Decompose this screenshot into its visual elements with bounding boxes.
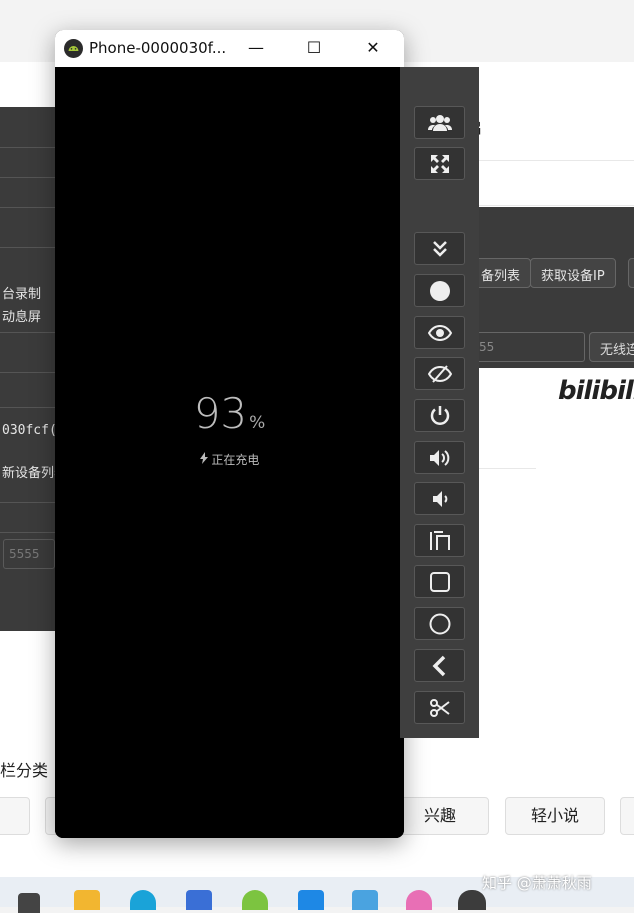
fullscreen-button[interactable] bbox=[414, 147, 465, 180]
eye-icon bbox=[427, 324, 452, 341]
device-serial: 030fcf( bbox=[2, 423, 57, 438]
edge-icon[interactable] bbox=[130, 890, 156, 910]
close-button[interactable]: ✕ bbox=[358, 35, 388, 61]
window-title: Phone-0000030f... bbox=[89, 39, 227, 57]
screen-record-label[interactable]: 台录制 bbox=[2, 283, 41, 302]
row-divider bbox=[0, 502, 56, 503]
phone-window[interactable]: Phone-0000030f... — ☐ ✕ 93% 正在充电 bbox=[55, 30, 404, 838]
title-bar[interactable]: Phone-0000030f... — ☐ ✕ bbox=[55, 30, 404, 67]
rotate-icon bbox=[429, 530, 450, 550]
hide-screen-button[interactable] bbox=[414, 357, 465, 390]
show-screen-button[interactable] bbox=[414, 316, 465, 349]
row-divider bbox=[0, 532, 56, 533]
volume-down-button[interactable] bbox=[414, 482, 465, 515]
more-button[interactable] bbox=[628, 258, 634, 288]
taskbar-app-icon[interactable] bbox=[18, 893, 40, 913]
collapse-button[interactable] bbox=[414, 232, 465, 265]
wireless-connect-button[interactable]: 无线连 bbox=[589, 332, 634, 362]
power-icon bbox=[430, 405, 449, 425]
bilibili-logo: bilibili bbox=[478, 368, 634, 416]
volume-up-button[interactable] bbox=[414, 441, 465, 474]
volume-up-icon bbox=[429, 449, 449, 466]
record-icon bbox=[429, 280, 450, 301]
back-icon bbox=[432, 655, 445, 676]
users-icon bbox=[427, 114, 452, 131]
get-device-ip-button[interactable]: 获取设备IP bbox=[530, 258, 616, 288]
watermark: 知乎 @萧萧秋雨 bbox=[482, 874, 592, 892]
logo-text: bilibili bbox=[558, 376, 634, 406]
percent-sign: % bbox=[249, 413, 266, 433]
chevron-double-down-icon bbox=[432, 240, 447, 257]
app-icon[interactable] bbox=[406, 890, 432, 910]
minimize-button[interactable]: — bbox=[241, 35, 271, 61]
circle-icon bbox=[429, 613, 450, 634]
scissors-icon bbox=[429, 698, 450, 717]
lightning-icon bbox=[199, 452, 212, 467]
category-pill-light-novel[interactable]: 轻小说 bbox=[505, 797, 605, 835]
app-switch-button[interactable] bbox=[414, 565, 465, 598]
users-button[interactable] bbox=[414, 106, 465, 139]
scrcpy-toolbar bbox=[400, 67, 479, 738]
category-label: 栏分类 bbox=[0, 761, 49, 780]
phone-screen[interactable]: 93% 正在充电 bbox=[55, 67, 404, 838]
android-icon[interactable] bbox=[458, 890, 486, 910]
screenshot-button[interactable] bbox=[414, 691, 465, 724]
charging-text: 正在充电 bbox=[211, 453, 260, 467]
home-button[interactable] bbox=[414, 607, 465, 640]
power-button[interactable] bbox=[414, 399, 465, 432]
back-button[interactable] bbox=[414, 649, 465, 682]
store-icon[interactable] bbox=[186, 890, 212, 910]
square-icon bbox=[429, 571, 450, 592]
file-explorer-icon[interactable] bbox=[74, 890, 100, 910]
android-icon bbox=[64, 39, 83, 58]
rotate-button[interactable] bbox=[414, 524, 465, 557]
maximize-button[interactable]: ☐ bbox=[299, 35, 329, 61]
row-divider bbox=[0, 407, 56, 408]
device-list-button[interactable]: 备列表 bbox=[470, 258, 532, 288]
category-pill[interactable] bbox=[0, 797, 30, 835]
category-pill-interest[interactable]: 兴趣 bbox=[391, 797, 489, 835]
battery-level-display: 93% bbox=[55, 389, 404, 438]
volume-down-icon bbox=[432, 490, 447, 507]
charging-status: 正在充电 bbox=[55, 451, 404, 468]
scrcpy-gui-left-panel: 台录制 动息屏 030fcf( 新设备列表 5555 bbox=[0, 107, 67, 631]
category-pill[interactable] bbox=[620, 797, 634, 835]
row-divider bbox=[0, 247, 56, 248]
row-divider bbox=[0, 147, 56, 148]
app-icon[interactable] bbox=[298, 890, 324, 910]
record-button[interactable] bbox=[414, 274, 465, 307]
fullscreen-icon bbox=[430, 154, 449, 173]
row-divider bbox=[0, 332, 56, 333]
row-divider bbox=[0, 207, 56, 208]
port-input[interactable]: 5555 bbox=[3, 539, 55, 569]
eye-off-icon bbox=[427, 364, 452, 383]
ip-input[interactable]: 55 bbox=[472, 332, 585, 362]
photos-icon[interactable] bbox=[352, 890, 378, 910]
app-icon[interactable] bbox=[242, 890, 268, 910]
screen-off-label[interactable]: 动息屏 bbox=[2, 306, 41, 325]
battery-percent: 93 bbox=[193, 389, 248, 438]
row-divider bbox=[0, 372, 56, 373]
row-divider bbox=[0, 177, 56, 178]
